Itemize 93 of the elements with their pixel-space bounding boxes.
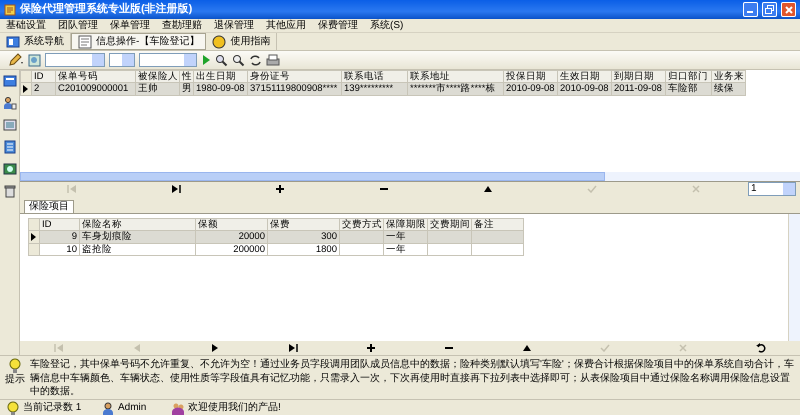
close-button[interactable] [781,2,796,17]
dropdown-field[interactable] [45,53,105,67]
column-header[interactable]: 保单号码 [56,70,136,83]
column-header[interactable]: ID [40,218,80,231]
window-icon [6,34,20,48]
column-header[interactable]: 业务来 [712,70,746,83]
next-record-icon[interactable] [210,343,220,353]
plus-icon[interactable] [275,184,285,194]
table-cell: 300 [321,232,337,242]
table-cell: 续保 [714,84,734,94]
form-icon [78,34,92,48]
search-icon[interactable] [232,54,245,66]
table-cell: 1980-09-08 [196,84,245,94]
refresh-icon[interactable] [249,54,262,66]
table-cell: 9 [72,232,77,242]
lightbulb-icon [8,358,22,374]
close-icon [784,6,792,14]
refresh-icon[interactable] [756,343,766,353]
column-header[interactable]: 保险名称 [80,218,196,231]
row-pointer-icon [23,84,28,93]
menu-item[interactable]: 保单管理 [104,20,156,32]
status-text: 当前记录数 1 [23,402,82,414]
up-triangle-icon[interactable] [483,184,493,194]
search-icon[interactable] [215,54,228,66]
column-header[interactable]: 生效日期 [558,70,612,83]
user-icon [101,400,115,414]
table-cell: 一年 [386,244,406,255]
column-header[interactable]: 身份证号 [248,70,342,83]
column-header[interactable]: 投保日期 [504,70,558,83]
column-header[interactable]: ID [32,70,56,83]
document-icon[interactable] [2,140,16,154]
picture-icon[interactable] [28,54,41,66]
lightbulb-icon [6,400,20,414]
help-icon [212,34,226,48]
table-cell: 2 [34,84,40,94]
tab[interactable]: 保险项目 [24,200,74,213]
table-cell: 139********* [344,84,394,94]
table-cell: 20000 [238,232,265,242]
status-text: Admin [118,402,146,414]
play-icon[interactable] [201,54,211,66]
person-icon[interactable] [2,96,16,110]
table-cell: 王帅 [138,84,158,94]
table-cell: 1800 [316,244,337,255]
column-header[interactable]: 到期日期 [612,70,666,83]
table-cell: 盗抢险 [82,244,112,255]
column-header[interactable]: 性 [180,70,194,83]
bin-icon[interactable] [2,184,16,198]
restore-button[interactable] [762,2,777,17]
table-cell: 10 [66,244,77,255]
table-cell: 一年 [386,232,406,242]
column-header[interactable]: 出生日期 [194,70,248,83]
app-icon [4,4,16,16]
minimize-button[interactable] [743,2,758,17]
tab[interactable]: 系统导航 [0,33,71,50]
status-text: 欢迎使用我们的产品! [188,402,281,414]
picture-icon[interactable] [2,162,16,176]
printer-icon[interactable] [266,54,280,66]
window-title: 保险代理管理系统专业版(非注册版) [20,2,194,16]
restore-icon [765,5,774,14]
panel-icon[interactable] [2,118,16,132]
last-record-icon[interactable] [171,184,181,194]
menu-item[interactable]: 其他应用 [260,20,312,32]
menu-item[interactable]: 系统(S) [364,20,410,32]
column-header[interactable]: 保费 [268,218,340,231]
table-cell: C201009000001 [58,84,128,94]
menu-item[interactable]: 基础设置 [0,20,52,32]
users-icon [171,400,185,414]
table-cell: 37151119800908**** [250,84,338,94]
vertical-scrollbar[interactable] [788,214,800,341]
table-cell: 2010-09-08 [560,84,609,94]
up-triangle-icon[interactable] [522,343,532,353]
table-cell: 200000 [233,244,265,255]
menu-item[interactable]: 退保管理 [208,20,260,32]
hint-text: 车险登记，其中保单号码不允许重复、不允许为空！通过业务员字段调用团队成员信息中的数据；险种类别默认填写'车险'；保费合计根据保险项目中的保单系统自动合计，车辆信息中车辆颜色、车辆状态、使用性质等字段值具有记忆功能，只需录入一次，下次再使用时直接再下拉列表中选择即可；从表保险项目中通过保险名称调用保险信息设置中的数据。 [30,358,795,398]
table-cell: 男 [182,84,192,94]
menu-item[interactable]: 保费管理 [312,20,364,32]
menu-item[interactable]: 团队管理 [52,20,104,32]
tab[interactable]: 信息操作-【车险登记】 [71,33,206,50]
plus-icon[interactable] [366,343,376,353]
last-record-icon[interactable] [288,343,298,353]
table-cell: 2010-09-08 [506,84,555,94]
table-cell: 2011-09-08 [614,84,662,94]
row-pointer-icon [31,232,36,241]
tab[interactable]: 使用指南 [206,33,278,50]
dropdown-field[interactable] [109,53,135,67]
page-dropdown[interactable]: 1 [748,182,796,196]
window-icon[interactable] [2,74,16,88]
table-row[interactable]: 10 盗抢险 200000 1800 一年 [28,243,524,256]
pencil-icon[interactable] [8,53,24,67]
menu-item[interactable]: 查勘理赔 [156,20,208,32]
horizontal-scrollbar[interactable] [20,172,800,181]
hint-label: 提示 [5,374,25,386]
dropdown-field[interactable] [139,53,197,67]
